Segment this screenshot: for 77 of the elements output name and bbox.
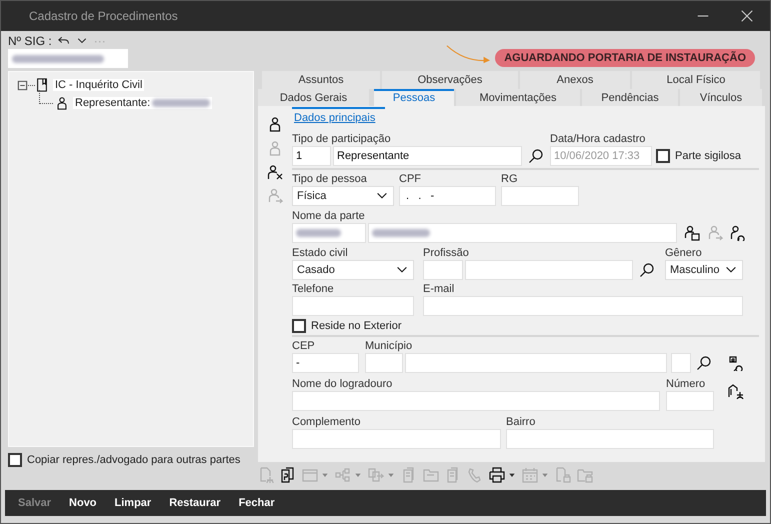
checkbox-label: Copiar repres./advogado para outras partes xyxy=(27,454,240,466)
tab[interactable]: Dados Gerais xyxy=(258,88,369,106)
field-label: Data/Hora cadastro xyxy=(550,132,646,146)
input-field[interactable] xyxy=(423,260,463,280)
field-label: Bairro xyxy=(506,415,536,430)
action-button[interactable]: Novo xyxy=(60,492,106,514)
input-field[interactable]: Representante xyxy=(333,146,522,166)
person-icon[interactable] xyxy=(267,116,283,132)
dropdown[interactable]: Física xyxy=(292,186,394,206)
input-field[interactable] xyxy=(666,391,714,412)
action-button[interactable]: Fechar xyxy=(230,492,284,514)
field-label: Complemento xyxy=(292,415,362,430)
close-icon[interactable] xyxy=(740,9,754,23)
window-title: Cadastro de Procedimentos xyxy=(29,9,178,23)
field-label: Gênero xyxy=(665,246,703,260)
field-label: RG xyxy=(501,172,518,186)
tab[interactable]: Pessoas xyxy=(374,88,454,106)
checkbox[interactable] xyxy=(292,319,306,334)
field-label: Telefone xyxy=(292,282,335,296)
tab[interactable]: Anexos xyxy=(520,71,630,89)
input-field[interactable]: - xyxy=(292,353,359,374)
field-label: CPF xyxy=(399,172,422,186)
input-field[interactable] xyxy=(292,223,366,244)
dropdown[interactable]: Masculino xyxy=(665,260,743,280)
person-icon xyxy=(55,95,69,111)
field-label: Tipo de pessoa xyxy=(292,172,368,186)
tab[interactable]: Assuntos xyxy=(262,71,380,89)
person-card-icon[interactable] xyxy=(684,225,700,242)
tab[interactable]: Dados principais xyxy=(292,107,385,124)
tab[interactable]: Pendências xyxy=(582,88,678,106)
copy-icon[interactable] xyxy=(280,467,296,484)
field-label: Nome da parte xyxy=(292,209,366,224)
input-field[interactable] xyxy=(501,186,579,206)
person-search-icon[interactable] xyxy=(730,225,746,242)
input-field[interactable] xyxy=(292,429,501,450)
input-field[interactable]: . . - xyxy=(399,186,496,206)
input-field[interactable] xyxy=(465,260,633,280)
field-label: E-mail xyxy=(423,282,456,296)
tab[interactable]: Observações xyxy=(382,71,518,89)
field-label: Estado civil xyxy=(292,246,349,260)
checkbox-label: Parte sigilosa xyxy=(675,150,742,162)
checkbox[interactable] xyxy=(8,453,22,467)
field-label: Tipo de participação xyxy=(292,132,392,146)
action-button[interactable]: Restaurar xyxy=(160,492,230,514)
input-field[interactable] xyxy=(671,353,691,374)
printer-icon[interactable] xyxy=(489,467,505,484)
input-field[interactable]: 1 xyxy=(292,146,331,166)
checkbox[interactable] xyxy=(656,149,670,164)
tab[interactable]: Vínculos xyxy=(680,88,762,106)
field-label: Número xyxy=(666,377,706,392)
input-field[interactable] xyxy=(292,391,660,412)
field-label: Nome do logradouro xyxy=(292,377,394,392)
search-icon[interactable] xyxy=(528,148,544,164)
undo-icon[interactable] xyxy=(58,34,70,46)
input-field[interactable] xyxy=(405,353,667,374)
tree-item[interactable]: IC - Inquérito Civil xyxy=(53,79,144,91)
field-label: Profissão xyxy=(423,246,470,260)
input-field[interactable] xyxy=(365,353,403,374)
input-field[interactable] xyxy=(506,429,714,450)
dropdown[interactable]: Casado xyxy=(292,260,414,280)
sig-field[interactable] xyxy=(8,49,128,68)
field-label: Nº SIG : xyxy=(8,34,52,48)
tab[interactable]: Local Físico xyxy=(632,71,760,89)
document-icon xyxy=(35,77,49,93)
field-label: CEP xyxy=(292,339,316,354)
tab[interactable]: Movimentações xyxy=(456,88,580,106)
field-label: Município xyxy=(365,339,414,354)
action-button[interactable]: Limpar xyxy=(106,492,160,514)
input-field[interactable] xyxy=(423,296,743,316)
input-field[interactable] xyxy=(368,223,677,244)
search-icon[interactable] xyxy=(639,262,655,278)
collapse-icon[interactable] xyxy=(17,80,28,90)
input-field[interactable] xyxy=(292,296,414,316)
checkbox-label: Reside no Exterior xyxy=(311,320,402,332)
person-remove-icon[interactable] xyxy=(267,164,283,180)
status-badge: AGUARDANDO PORTARIA DE INSTAURAÇÃO xyxy=(495,49,755,67)
search-icon[interactable] xyxy=(696,355,712,372)
